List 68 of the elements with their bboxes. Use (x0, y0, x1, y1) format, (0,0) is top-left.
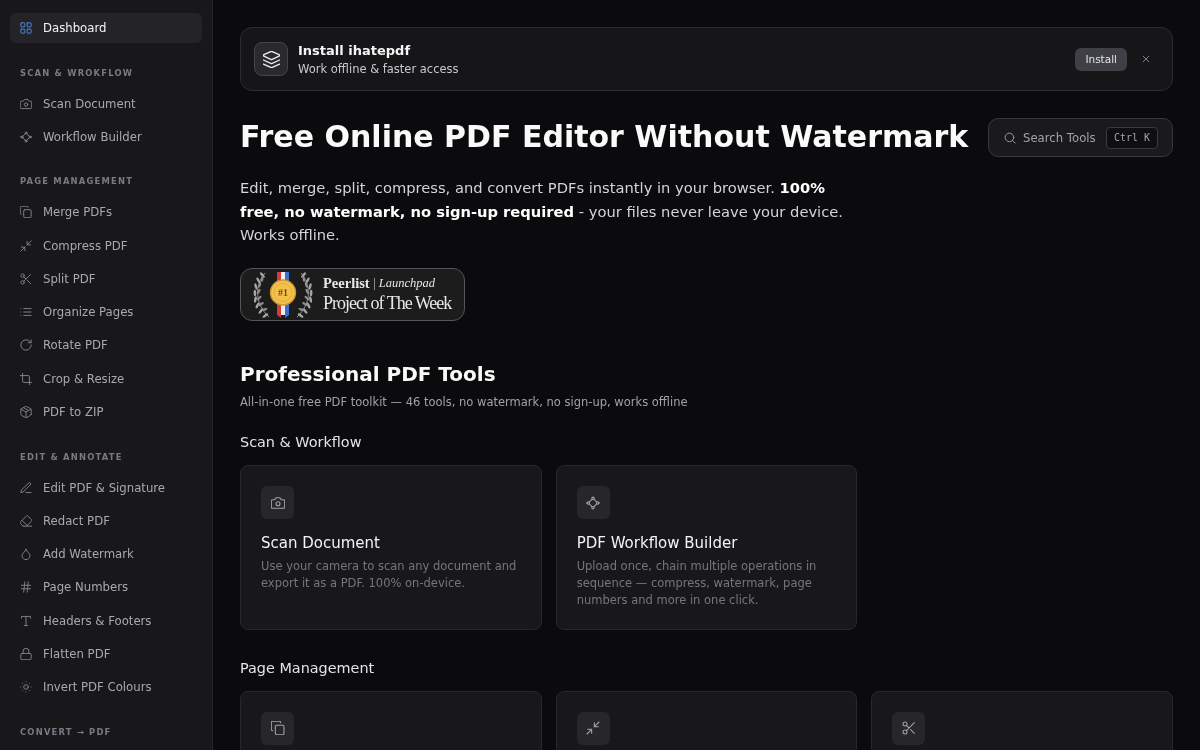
sidebar-item[interactable]: Merge PDFs (10, 197, 202, 228)
hash-icon (20, 581, 32, 594)
sidebar-item[interactable]: Split PDF (10, 263, 202, 294)
section-subtitle: All-in-one free PDF toolkit — 46 tools, no watermark, no sign-up, works offline (240, 394, 689, 410)
medal-rank: #1 (277, 286, 289, 298)
pages-icon (261, 711, 294, 745)
hero-description: Edit, merge, split, compress, and convert PDFs instantly in your browser. 100% free, no watermark, no sign-up required - your files never leave your device. Works offline. (240, 178, 844, 245)
grid-icon (20, 22, 32, 34)
pages-icon (20, 206, 32, 219)
arrows-inward-icon (576, 711, 610, 745)
camera-icon (261, 486, 294, 519)
sidebar-item[interactable]: Organize Pages (10, 297, 202, 328)
sidebar-item[interactable]: PDF to ZIP (10, 397, 202, 428)
pencil-icon (20, 481, 32, 494)
sidebar-item[interactable]: Crop & Resize (10, 363, 202, 394)
tool-card[interactable]: PDF Workflow Builder Upload once, chain multiple operations in sequence — compress, watermark, page numbers and more in one click. (555, 465, 858, 630)
install-button[interactable]: Install (1075, 47, 1127, 71)
section-label: SCAN & WROKFLOW (19, 66, 135, 79)
eraser-icon (20, 514, 32, 527)
section-label: PAGE MANAGEMENT (19, 175, 135, 188)
dotted-sun-icon (20, 681, 32, 694)
scissors-icon (892, 711, 926, 745)
award-title: Project of The Week (323, 292, 452, 314)
category-heading: Page Management (240, 658, 376, 678)
sidebar-item[interactable]: Add Watermark (10, 539, 202, 570)
letter-t-icon (20, 614, 32, 627)
box-icon (20, 406, 32, 419)
brand-name: Peerlist (323, 275, 370, 292)
shortcut-key: Ctrl K (1105, 126, 1158, 149)
banner-title: Install ihatepdf (298, 41, 411, 60)
award-badge[interactable]: #1 Peerlist Launchpad Project of The Week (240, 268, 465, 321)
program-name: Launchpad (378, 275, 435, 292)
sidebar-item[interactable]: Scan Document (10, 88, 202, 119)
banner-subtitle: Work offline & faster access (298, 60, 459, 77)
crop-icon (20, 372, 32, 385)
section-label: EDIT & ANNOTATE (19, 450, 124, 463)
section-label: CONVERT → PDF (19, 725, 113, 738)
category-heading: Scan & Workflow (240, 433, 363, 452)
droplet-icon (20, 548, 32, 561)
sidebar-item[interactable]: Redact PDF (10, 505, 202, 536)
card-description: Upload once, chain multiple operations in sequence — compress, watermark, page numbers and more in one click. (576, 557, 818, 609)
rotate-icon (20, 339, 32, 352)
search-button[interactable]: Search Tools Ctrl K (988, 118, 1173, 157)
list-icon (20, 306, 32, 319)
scissors-icon (20, 272, 32, 285)
card-title: PDF Workflow Builder (576, 533, 738, 553)
card-description: Use your camera to scan any document and export it as a PDF. 100% on-device. (261, 557, 518, 592)
connected-nodes-icon (20, 130, 32, 143)
sidebar-item[interactable]: Invert PDF Colours (10, 672, 202, 703)
sidebar-item[interactable]: Page Numbers (10, 572, 202, 603)
sidebar-item[interactable]: Dashboard (10, 13, 202, 43)
layers-icon (254, 42, 288, 76)
lock-icon (20, 648, 32, 661)
sidebar-item[interactable]: Edit PDF & Signature (10, 472, 202, 503)
close-icon (1141, 54, 1151, 64)
tool-card[interactable]: Scan Document Use your camera to scan any document and export it as a PDF. 100% on-device. (240, 465, 542, 630)
connected-nodes-icon (576, 486, 610, 519)
search-icon (1004, 131, 1016, 144)
sidebar-item[interactable]: Flatten PDF (10, 639, 202, 670)
page-title: Free Online PDF Editor Without Watermark (240, 118, 969, 156)
sidebar-item[interactable]: Rotate PDF (10, 330, 202, 361)
camera-icon (20, 97, 32, 110)
section-heading: Professional PDF Tools (240, 361, 497, 387)
card-title: Scan Document (261, 533, 380, 553)
arrows-inward-icon (20, 239, 32, 252)
sidebar-item[interactable]: Workflow Builder (10, 121, 202, 152)
sidebar-item[interactable]: Headers & Footers (10, 605, 202, 636)
sidebar-item[interactable]: Compress PDF (10, 230, 202, 261)
